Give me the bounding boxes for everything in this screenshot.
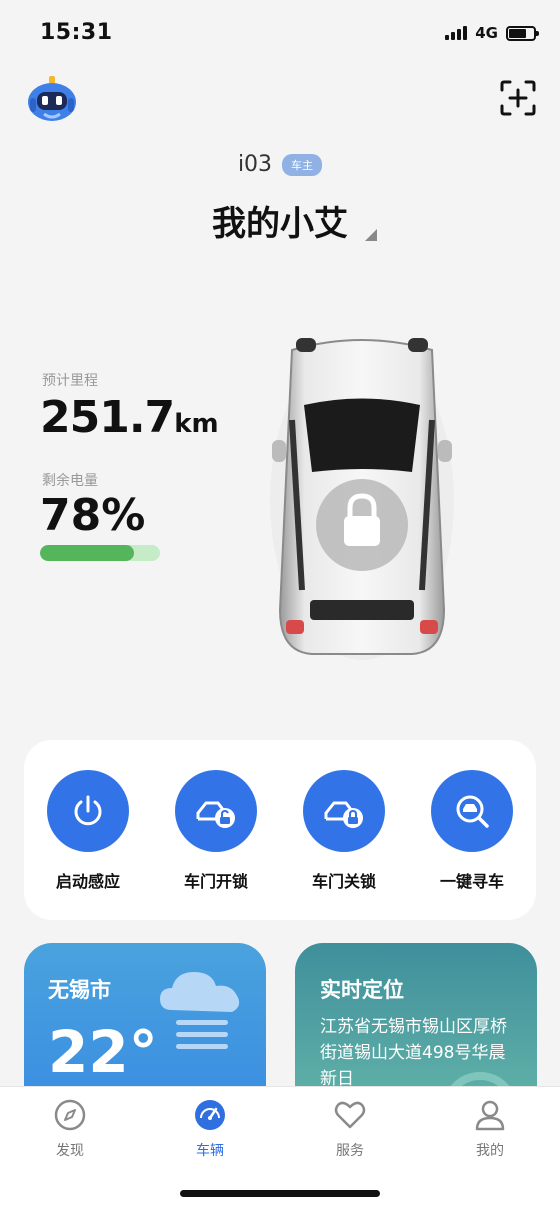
action-find-car[interactable]: 一键寻车 [412, 770, 532, 892]
tab-label: 发现 [56, 1143, 84, 1159]
vehicle-name-selector[interactable]: 我的小艾 [0, 196, 560, 245]
car-lock-icon[interactable] [303, 770, 385, 852]
range-value: 251.7 [40, 392, 175, 443]
signal-icon [445, 26, 468, 40]
vehicle-model-row: i03 车主 [0, 152, 560, 177]
action-label: 车门关锁 [311, 872, 376, 891]
battery-label: 剩余电量 [42, 473, 98, 489]
home-indicator[interactable] [180, 1190, 380, 1197]
tab-service[interactable]: 服务 [300, 1098, 400, 1160]
owner-badge: 车主 [282, 153, 323, 176]
car-unlock-icon[interactable] [175, 770, 257, 852]
status-indicators: 4G [445, 24, 539, 42]
dashboard-icon [195, 1100, 225, 1130]
robot-icon[interactable] [26, 74, 78, 124]
battery-icon [506, 25, 539, 41]
action-label: 车门开锁 [183, 872, 248, 891]
power-icon[interactable] [47, 770, 129, 852]
scan-add-icon[interactable] [498, 78, 538, 118]
tab-discover[interactable]: 发现 [20, 1098, 120, 1160]
tab-label: 我的 [476, 1143, 504, 1159]
dropdown-caret-icon[interactable] [365, 229, 377, 241]
tab-mine[interactable]: 我的 [440, 1098, 540, 1160]
compass-icon [54, 1099, 86, 1131]
battery-progress-fill [40, 545, 134, 561]
person-icon [475, 1100, 505, 1131]
cloud-icon [160, 972, 240, 1049]
tab-label: 车辆 [196, 1143, 224, 1159]
battery-progress-bar [40, 545, 160, 561]
network-label: 4G [475, 24, 498, 42]
action-label: 一键寻车 [439, 872, 504, 891]
weather-city: 无锡市 [48, 978, 111, 1002]
range-readout: 251.7km [40, 392, 219, 443]
vehicle-model: i03 [237, 152, 273, 177]
location-title: 实时定位 [320, 978, 404, 1002]
tab-label: 服务 [336, 1143, 364, 1159]
heart-icon [334, 1101, 366, 1129]
tab-vehicle[interactable]: 车辆 [160, 1098, 260, 1160]
status-time: 15:31 [40, 20, 113, 45]
car-top-view-image [270, 338, 454, 660]
action-label: 启动感应 [55, 872, 120, 891]
action-unlock-doors[interactable]: 车门开锁 [156, 770, 276, 892]
action-lock-doors[interactable]: 车门关锁 [284, 770, 404, 892]
weather-temperature: 22° [48, 1018, 158, 1086]
find-car-icon[interactable] [431, 770, 513, 852]
range-unit: km [174, 409, 219, 439]
action-start-sensing[interactable]: 启动感应 [28, 770, 148, 892]
range-label: 预计里程 [42, 373, 98, 389]
battery-value: 78% [40, 490, 146, 541]
